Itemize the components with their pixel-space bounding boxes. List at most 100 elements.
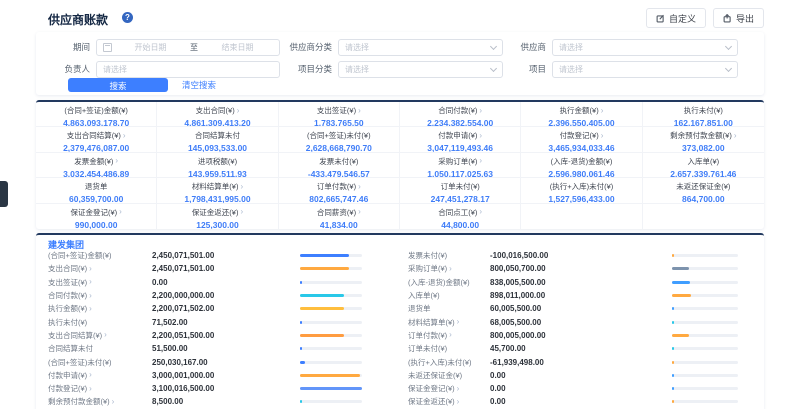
stats-cell-value: 44,800.00 <box>400 220 520 229</box>
help-icon[interactable]: ? <box>122 12 133 23</box>
stats-cell-label: 进项税额(¥) <box>157 156 277 167</box>
metric-row: 付款登记(¥)›3,100,016,500.00 <box>48 382 388 395</box>
stats-cell-value: 247,451,278.17 <box>400 194 520 203</box>
metric-value: 898,011,000.00 <box>490 291 618 300</box>
metric-label: 退货单 <box>408 303 490 314</box>
metric-row: 执行未付(¥)71,502.00 <box>48 315 388 328</box>
stats-cell-label[interactable]: 材料结算单(¥)› <box>157 181 277 192</box>
metric-bar-track <box>300 347 362 350</box>
stats-cell-label[interactable]: 合同薪资(¥)› <box>279 207 399 218</box>
search-button[interactable]: 搜索 <box>68 78 168 92</box>
metric-label[interactable]: 付款登记(¥)› <box>48 383 152 394</box>
date-end-placeholder: 结束日期 <box>202 42 273 53</box>
stats-label-text: 合同付款(¥) <box>438 105 477 116</box>
date-range-input[interactable]: 开始日期至结束日期 <box>96 39 280 56</box>
stats-cell-label[interactable]: 保证金登记(¥)› <box>36 207 156 218</box>
metric-row: 未返还保证金(¥)0.00 <box>408 369 752 382</box>
metric-label-text: 合同付款(¥) <box>48 290 87 301</box>
metric-label: (合同+签证)金额(¥) <box>48 250 152 261</box>
chevron-right-icon: › <box>601 107 604 115</box>
metric-row: 材料结算单(¥)›68,005,500.00 <box>408 315 752 328</box>
clear-search-link[interactable]: 清空搜索 <box>182 79 216 91</box>
stats-cell-label[interactable]: 订单付款(¥)› <box>279 181 399 192</box>
chevron-right-icon: › <box>89 292 92 300</box>
stats-cell: 剩余预付款金额(¥)›373,082.00 <box>643 127 764 152</box>
metric-label-text: (合同+签证)金额(¥) <box>48 250 112 261</box>
metric-value: 60,005,500.00 <box>490 304 618 313</box>
metric-label[interactable]: 合同付款(¥)› <box>48 290 152 301</box>
metric-label[interactable]: 保证金返还(¥)› <box>408 396 490 407</box>
stats-cell-label[interactable]: 合同点工(¥)› <box>400 207 520 218</box>
filter-label-project-category: 项目分类 <box>278 63 332 75</box>
metric-bar-track <box>300 281 362 284</box>
metric-label[interactable]: 支出签证(¥)› <box>48 277 152 288</box>
metric-label-text: (入库-退货)金额(¥) <box>408 277 470 288</box>
metric-value: 0.00 <box>490 384 618 393</box>
metric-value: 8,500.00 <box>152 397 280 406</box>
stats-cell-label: (执行+入库)未付(¥) <box>521 181 641 192</box>
metric-value: 68,005,500.00 <box>490 318 618 327</box>
stats-cell-label[interactable]: 支出合同结算(¥)› <box>36 130 156 141</box>
stats-cell-label[interactable]: 付款申请(¥)› <box>400 130 520 141</box>
metric-row: 采购订单(¥)›800,050,700.00 <box>408 262 752 275</box>
metric-bar-fill <box>672 387 674 390</box>
customize-button[interactable]: 自定义 <box>646 8 706 28</box>
stats-cell: 采购订单(¥)›1,050,117,025.63 <box>400 153 521 178</box>
stats-label-text: 进项税额(¥) <box>198 156 237 167</box>
metric-label[interactable]: 支出合同结算(¥)› <box>48 330 152 341</box>
stats-cell-label[interactable]: 付款登记(¥)› <box>521 130 641 141</box>
metric-label[interactable]: 材料结算单(¥)› <box>408 317 490 328</box>
chevron-right-icon: › <box>457 318 460 326</box>
stats-cell-label[interactable]: 支出合同(¥)› <box>157 105 277 116</box>
metric-label-text: 剩余预付款金额(¥) <box>48 396 110 407</box>
metric-label[interactable]: 执行金额(¥)› <box>48 303 152 314</box>
stats-label-text: 支出合同(¥) <box>196 105 235 116</box>
metric-bar-fill <box>300 334 344 337</box>
stats-cell: 付款申请(¥)›3,047,119,493.46 <box>400 127 521 152</box>
select-manager[interactable]: 请选择 <box>96 61 280 78</box>
stats-cell: 入库单(¥)2,657,339,761.46 <box>643 153 764 178</box>
filter-label-supplier-category: 供应商分类 <box>278 41 332 53</box>
stats-cell: 订单付款(¥)›802,665,747.46 <box>279 178 400 203</box>
stats-cell-label[interactable]: 剩余预付款金额(¥)› <box>643 130 764 141</box>
stats-cell-value: 4,863,093,178.70 <box>36 118 156 127</box>
select-supplier[interactable]: 请选择 <box>552 39 738 56</box>
stats-cell-label[interactable]: 合同付款(¥)› <box>400 105 520 116</box>
metric-label[interactable]: 剩余预付款金额(¥)› <box>48 396 152 407</box>
stats-cell: (入库-退货)金额(¥)2,596,980,061.46 <box>521 153 642 178</box>
metric-value: 0.00 <box>490 371 618 380</box>
select-project[interactable]: 请选择 <box>552 61 738 78</box>
sidebar-toggle-handle[interactable] <box>0 181 8 207</box>
export-button[interactable]: 导出 <box>713 8 764 28</box>
chevron-right-icon: › <box>479 208 482 216</box>
stats-cell-label[interactable]: 执行金额(¥)› <box>521 105 641 116</box>
stats-label-text: (合同+签证)金额(¥) <box>64 105 128 116</box>
metric-value: -61,939,498.00 <box>490 358 618 367</box>
chevron-right-icon: › <box>734 132 737 140</box>
stats-cell: 合同薪资(¥)›41,834.00 <box>279 204 400 229</box>
metric-label[interactable]: 订单付款(¥)› <box>408 330 490 341</box>
chevron-right-icon: › <box>119 208 122 216</box>
metric-label-text: 付款申请(¥) <box>48 370 87 381</box>
metric-bar-fill <box>300 307 344 310</box>
calendar-icon <box>103 43 112 52</box>
chevron-down-icon <box>725 64 732 71</box>
metric-label[interactable]: 付款申请(¥)› <box>48 370 152 381</box>
metric-label: 入库单(¥) <box>408 290 490 301</box>
stats-cell-label[interactable]: 保证金返还(¥)› <box>157 207 277 218</box>
metric-label[interactable]: 保证金登记(¥)› <box>408 383 490 394</box>
select-placeholder: 请选择 <box>345 42 369 53</box>
metric-label[interactable]: 采购订单(¥)› <box>408 263 490 274</box>
stats-cell-label[interactable]: 采购订单(¥)› <box>400 156 520 167</box>
metric-row: (合同+签证)金额(¥)2,450,071,501.00 <box>48 249 388 262</box>
date-start-placeholder: 开始日期 <box>115 42 186 53</box>
metric-label[interactable]: 支出合同(¥)› <box>48 263 152 274</box>
export-icon <box>723 14 732 23</box>
stats-cell: 保证金返还(¥)›125,300.00 <box>157 204 278 229</box>
chevron-right-icon: › <box>479 132 482 140</box>
stats-cell-label[interactable]: 发票金额(¥)› <box>36 156 156 167</box>
stats-cell-label[interactable]: 支出签证(¥)› <box>279 105 399 116</box>
metric-row: 支出合同结算(¥)›2,200,051,500.00 <box>48 329 388 342</box>
metric-row: (合同+签证)未付(¥)250,030,167.00 <box>48 355 388 368</box>
metric-label-text: 合同结算未付 <box>48 343 93 354</box>
